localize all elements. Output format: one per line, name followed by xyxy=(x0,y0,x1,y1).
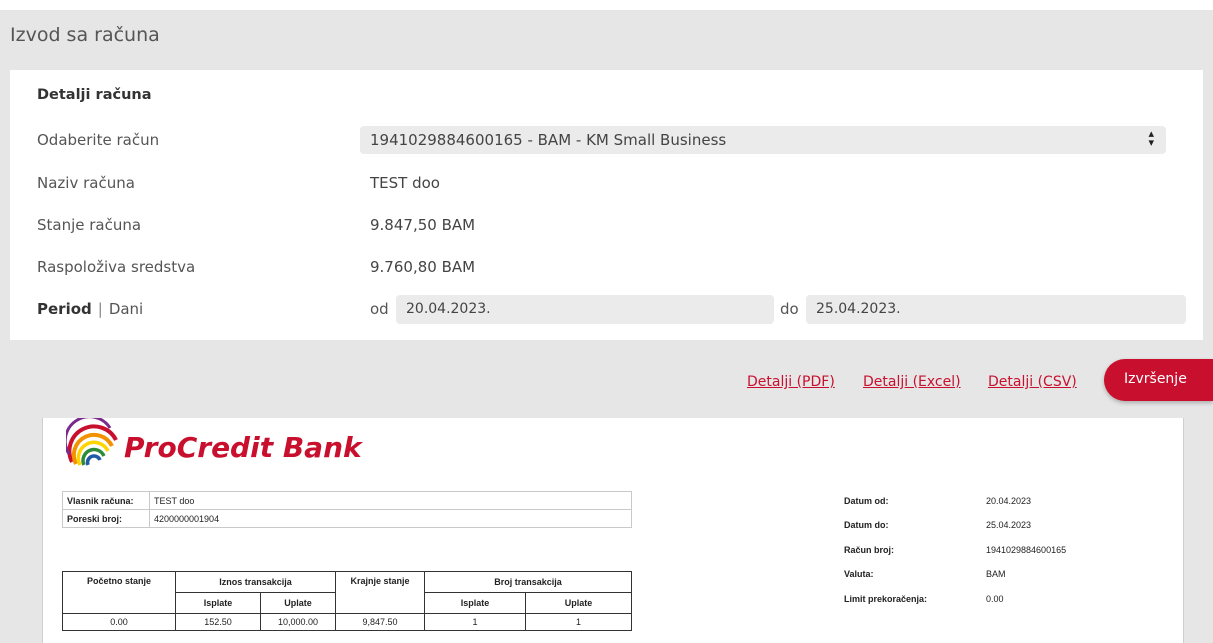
sub-out-count: Isplate xyxy=(424,592,526,614)
out-amount-value: 152.50 xyxy=(175,613,261,631)
out-count-value: 1 xyxy=(424,613,526,631)
in-amount-value: 10,000.00 xyxy=(260,613,336,631)
owner-label: Vlasnik računa: xyxy=(62,491,150,510)
date-to-prefix: do xyxy=(780,300,799,318)
currency-label: Valuta: xyxy=(844,569,874,579)
table-row: 0.00 152.50 10,000.00 9,847.50 1 1 xyxy=(62,613,632,631)
date-from-meta-label: Datum od: xyxy=(844,496,889,506)
account-name-label: Naziv računa xyxy=(37,174,135,192)
account-select[interactable]: 1941029884600165 - BAM - KM Small Busine… xyxy=(360,126,1166,154)
available-funds-value: 9.760,80 BAM xyxy=(370,258,476,276)
details-csv-link[interactable]: Detalji (CSV) xyxy=(988,374,1077,390)
date-to-meta-value: 25.04.2023 xyxy=(986,520,1032,530)
page-header xyxy=(0,10,1213,70)
account-number-value: 1941029884600165 xyxy=(986,545,1067,555)
owner-info-table: Vlasnik računa: TEST doo Poreski broj: 4… xyxy=(62,491,632,528)
period-toggle: Period | Dani xyxy=(37,300,143,318)
balance-value: 9.847,50 BAM xyxy=(370,216,476,234)
details-pdf-link[interactable]: Detalji (PDF) xyxy=(747,374,835,390)
bank-logo: ProCredit Bank xyxy=(63,415,362,468)
page-title: Izvod sa računa xyxy=(10,24,160,46)
period-tab[interactable]: Period xyxy=(37,300,92,318)
currency-value: BAM xyxy=(986,569,1006,579)
select-account-label: Odaberite račun xyxy=(37,131,160,149)
date-from-meta-value: 20.04.2023 xyxy=(986,496,1032,506)
tax-number-label: Poreski broj: xyxy=(62,509,150,528)
overdraft-limit-label: Limit prekoračenja: xyxy=(844,594,928,604)
tax-number-value: 4200000001904 xyxy=(149,509,632,528)
sub-in-count: Uplate xyxy=(525,592,632,614)
balance-label: Stanje računa xyxy=(37,216,142,234)
owner-value: TEST doo xyxy=(149,491,632,510)
available-funds-label: Raspoloživa sredstva xyxy=(37,258,196,276)
period-separator: | xyxy=(97,300,103,318)
date-to-input[interactable]: 25.04.2023. xyxy=(806,295,1186,324)
col-closing: Krajnje stanje xyxy=(335,571,425,614)
bank-logo-icon xyxy=(63,415,118,466)
account-number-label: Račun broj: xyxy=(844,545,895,555)
section-title: Detalji računa xyxy=(37,87,152,103)
col-opening: Početno stanje xyxy=(62,571,176,614)
date-from-value: 20.04.2023. xyxy=(406,301,491,317)
date-to-meta-label: Datum do: xyxy=(844,520,889,530)
sub-in-amount: Uplate xyxy=(260,592,336,614)
overdraft-limit-value: 0.00 xyxy=(986,594,1004,604)
transactions-summary-table: Početno stanje Iznos transakcija Krajnje… xyxy=(62,571,632,631)
execute-button[interactable]: Izvršenje xyxy=(1104,359,1213,401)
date-from-prefix: od xyxy=(370,300,389,318)
execute-button-label: Izvršenje xyxy=(1124,371,1187,387)
select-updown-icon: ▴ ▾ xyxy=(1148,127,1154,149)
closing-value: 9,847.50 xyxy=(335,613,425,631)
date-from-input[interactable]: 20.04.2023. xyxy=(396,295,774,324)
account-name-value: TEST doo xyxy=(370,174,440,192)
col-count: Broj transakcija xyxy=(424,571,632,593)
bank-name: ProCredit Bank xyxy=(124,431,362,464)
in-count-value: 1 xyxy=(525,613,632,631)
date-to-value: 25.04.2023. xyxy=(816,301,901,317)
col-amount: Iznos transakcija xyxy=(175,571,336,593)
opening-value: 0.00 xyxy=(62,613,176,631)
details-excel-link[interactable]: Detalji (Excel) xyxy=(863,374,961,390)
sub-out-amount: Isplate xyxy=(175,592,261,614)
days-tab[interactable]: Dani xyxy=(109,300,143,318)
account-select-value: 1941029884600165 - BAM - KM Small Busine… xyxy=(370,131,727,149)
